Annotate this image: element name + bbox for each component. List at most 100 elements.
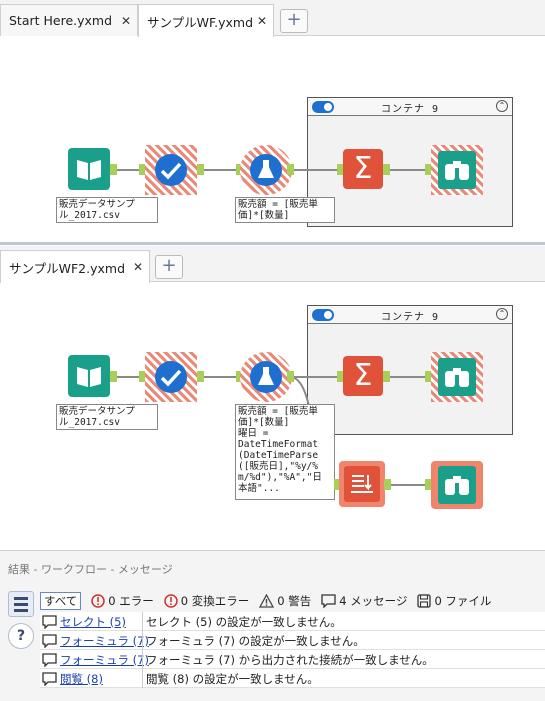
select-check-icon	[155, 154, 187, 186]
filter-label: 0 警告	[277, 594, 312, 608]
filter-label: すべて	[44, 594, 78, 608]
book-icon	[77, 160, 101, 180]
message-icon	[321, 594, 336, 608]
message-tool-link[interactable]: フォーミュラ (7)	[60, 652, 149, 668]
message-text: 閲覧 (8) の設定が一致しません。	[146, 672, 319, 686]
message-icon	[42, 672, 57, 686]
message-text: フォーミュラ (7) の設定が一致しません。	[146, 634, 365, 648]
filter-files[interactable]: 0 ファイル	[417, 593, 491, 609]
filter-label: 0 エラー	[108, 594, 154, 608]
tab-label: Start Here.yxmd	[9, 13, 113, 28]
close-icon[interactable]: ✕	[121, 14, 131, 28]
output-anchor[interactable]	[383, 371, 390, 382]
message-tool-link[interactable]: 閲覧 (8)	[60, 671, 103, 687]
workflow-canvas-2[interactable]: コンテナ 9 ⌃ 販売データサンプ ル_2017.csv 販売額 = [販売単 …	[0, 283, 545, 548]
flask-icon	[250, 361, 282, 393]
flask-icon	[250, 154, 282, 186]
formula-tool[interactable]	[240, 145, 292, 195]
top-tab-bar: Start Here.yxmd ✕ サンプルWF.yxmd ✕ +	[0, 0, 545, 37]
list-view-button[interactable]	[8, 591, 34, 617]
summarize-tool[interactable]: Σ	[343, 356, 383, 396]
collapse-icon[interactable]: ⌃	[496, 308, 508, 320]
pane-splitter[interactable]	[0, 242, 545, 245]
browse-tool[interactable]	[431, 352, 483, 402]
tab-start-here[interactable]: Start Here.yxmd ✕	[0, 4, 138, 36]
add-tab-button[interactable]: +	[155, 255, 183, 279]
container-header: コンテナ 9 ⌃	[308, 98, 512, 116]
tab-label: サンプルWF2.yxmd	[9, 260, 126, 276]
output-anchor[interactable]	[197, 371, 204, 382]
tool-annotation: 販売額 = [販売単 価]*[数量]	[235, 197, 335, 223]
collapse-icon[interactable]: ⌃	[496, 100, 508, 112]
results-title: 結果 - ワークフロー - メッセージ	[8, 563, 173, 576]
workflow-canvas-1[interactable]: コンテナ 9 ⌃ 販売データサンプ ル_2017.csv 販売額 = [販売単 …	[0, 37, 545, 242]
filter-all[interactable]: すべて	[40, 592, 82, 610]
column-divider	[142, 669, 143, 688]
help-icon: ?	[16, 628, 26, 644]
input-data-tool[interactable]	[68, 148, 110, 190]
container-title: コンテナ 9	[380, 104, 440, 115]
select-tool[interactable]	[145, 145, 197, 195]
column-divider	[142, 631, 143, 650]
output-anchor[interactable]	[384, 479, 391, 490]
message-row[interactable]: フォーミュラ (7) フォーミュラ (7) から出力された接続が一致しません。	[40, 650, 545, 669]
container-header: コンテナ 9 ⌃	[308, 306, 512, 324]
output-anchor[interactable]	[383, 164, 390, 175]
message-text: セレクト (5) の設定が一致しません。	[146, 615, 342, 629]
filter-warnings[interactable]: 0 警告	[259, 593, 311, 609]
message-tool-link[interactable]: フォーミュラ (7)	[60, 633, 149, 649]
browse-tool[interactable]	[431, 145, 483, 195]
sort-icon	[351, 475, 373, 493]
binoculars-icon	[445, 476, 469, 495]
messages-table: セレクト (5) セレクト (5) の設定が一致しません。 フォーミュラ (7)…	[40, 612, 545, 688]
message-row[interactable]: フォーミュラ (7) フォーミュラ (7) の設定が一致しません。	[40, 631, 545, 650]
list-icon	[14, 597, 28, 612]
container-title: コンテナ 9	[380, 312, 440, 323]
filter-label: 4 メッセージ	[339, 594, 408, 608]
input-data-tool[interactable]	[68, 355, 110, 397]
close-icon[interactable]: ✕	[133, 260, 143, 274]
filter-messages[interactable]: 4 メッセージ	[321, 593, 407, 609]
output-anchor[interactable]	[110, 371, 117, 382]
output-anchor[interactable]	[197, 164, 204, 175]
binoculars-icon	[445, 161, 469, 180]
message-icon	[42, 653, 57, 667]
add-tab-button[interactable]: +	[280, 9, 308, 33]
column-divider	[142, 612, 143, 631]
select-tool[interactable]	[145, 352, 197, 402]
warning-icon	[259, 594, 275, 608]
formula-tool[interactable]	[240, 352, 292, 402]
filter-errors[interactable]: 0 エラー	[91, 593, 154, 609]
sigma-icon: Σ	[353, 358, 373, 393]
bottom-tab-bar: サンプルWF2.yxmd ✕ +	[0, 246, 545, 283]
output-anchor[interactable]	[287, 371, 294, 382]
filter-label: 0 ファイル	[434, 594, 492, 608]
tool-annotation: 販売データサンプ ル_2017.csv	[56, 197, 158, 223]
message-icon	[42, 634, 57, 648]
sigma-icon: Σ	[353, 151, 373, 186]
file-icon	[417, 594, 432, 608]
column-divider	[142, 650, 143, 669]
results-side-toolbar: ?	[8, 591, 36, 701]
connection-wire	[290, 169, 338, 171]
results-filter-bar: すべて 0 エラー 0 変換エラー 0 警告 4 メッセージ 0 ファイル	[40, 591, 501, 611]
filter-conversion-errors[interactable]: 0 変換エラー	[163, 593, 250, 609]
output-anchor[interactable]	[110, 164, 117, 175]
tab-sample-wf[interactable]: サンプルWF.yxmd ✕	[138, 4, 274, 37]
help-button[interactable]: ?	[8, 623, 34, 649]
sort-tool[interactable]	[339, 461, 385, 507]
message-row[interactable]: セレクト (5) セレクト (5) の設定が一致しません。	[40, 612, 545, 631]
message-row[interactable]: 閲覧 (8) 閲覧 (8) の設定が一致しません。	[40, 669, 545, 688]
message-tool-link[interactable]: セレクト (5)	[60, 614, 126, 630]
summarize-tool[interactable]: Σ	[343, 149, 383, 189]
close-icon[interactable]: ✕	[257, 14, 267, 28]
message-text: フォーミュラ (7) から出力された接続が一致しません。	[146, 653, 434, 667]
select-check-icon	[155, 361, 187, 393]
book-icon	[77, 367, 101, 387]
browse-tool[interactable]	[431, 461, 483, 509]
tool-annotation: 販売額 = [販売単 価]*[数量] 曜日 = DateTimeFormat (…	[235, 404, 335, 500]
filter-label: 0 変換エラー	[180, 594, 250, 608]
tab-sample-wf2[interactable]: サンプルWF2.yxmd ✕	[0, 250, 150, 283]
binoculars-icon	[445, 368, 469, 387]
output-anchor[interactable]	[287, 164, 294, 175]
